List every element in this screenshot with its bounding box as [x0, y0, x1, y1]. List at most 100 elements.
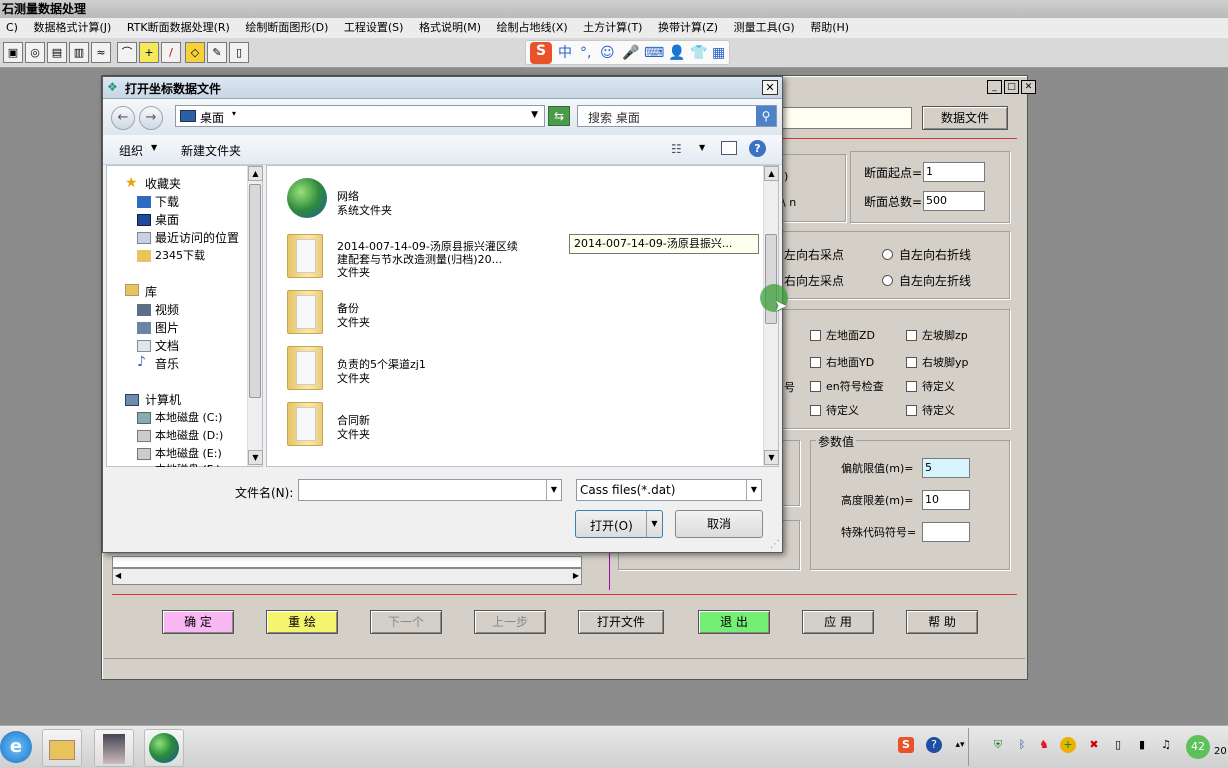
special-code-field[interactable] — [922, 522, 970, 542]
view-icon[interactable]: ☷ — [671, 142, 682, 156]
menu-item[interactable]: C) — [0, 18, 24, 38]
checkbox-tbd[interactable] — [810, 405, 821, 416]
chevron-down-icon[interactable]: ▼ — [151, 143, 157, 152]
close-icon[interactable]: ✕ — [1021, 80, 1036, 94]
clock[interactable]: 20 — [1214, 746, 1227, 757]
search-icon[interactable]: ⚲ — [756, 106, 776, 126]
nav-disk-e[interactable]: 本地磁盘 (E:) — [155, 445, 222, 461]
graph-icon[interactable]: ⌒ — [117, 42, 137, 63]
offset-limit-field[interactable]: 5 — [922, 458, 970, 478]
cancel-button[interactable]: 取消 — [675, 510, 763, 538]
chevron-down-icon[interactable]: ▼ — [746, 480, 761, 500]
shirt-icon[interactable]: 👕 — [690, 44, 707, 62]
network-error-icon[interactable]: ✖ — [1086, 737, 1102, 753]
apply-button[interactable]: 应 用 — [802, 610, 874, 634]
help-button[interactable]: 帮 助 — [906, 610, 978, 634]
menu-item-survey-tools[interactable]: 测量工具(G) — [728, 18, 801, 38]
menu-item-format-help[interactable]: 格式说明(M) — [413, 18, 487, 38]
checkbox-left-ground[interactable] — [810, 330, 821, 341]
exit-button[interactable]: 退 出 — [698, 610, 770, 634]
list-item[interactable]: 备份 文件夹 — [277, 286, 697, 338]
shield-icon[interactable]: ⛨ — [990, 737, 1006, 753]
pencil-icon[interactable]: ✎ — [207, 42, 227, 63]
keyboard-icon[interactable]: ⌨ — [644, 44, 664, 62]
nav-videos[interactable]: 视频 — [155, 301, 179, 318]
nav-recent[interactable]: 最近访问的位置 — [155, 229, 239, 246]
new-folder-button[interactable]: 新建文件夹 — [181, 142, 241, 159]
checkbox-left-slope[interactable] — [906, 330, 917, 341]
help-tray-icon[interactable]: ? — [926, 737, 942, 753]
menu-item-draw-section[interactable]: 绘制断面图形(D) — [239, 18, 334, 38]
menu-item-earthwork[interactable]: 土方计算(T) — [577, 18, 648, 38]
user-avatar-icon[interactable] — [94, 729, 134, 767]
view-dropdown-icon[interactable]: ▼ — [699, 143, 705, 152]
network-icon[interactable]: ▮ — [1134, 737, 1150, 753]
refresh-icon[interactable]: ⇆ — [548, 106, 570, 126]
horizontal-scrollbar[interactable]: ◀ ▶ — [112, 568, 582, 585]
scrollbar-thumb[interactable] — [249, 184, 261, 398]
maximize-icon[interactable]: □ — [1004, 80, 1019, 94]
menu-item-rtk[interactable]: RTK断面数据处理(R) — [121, 18, 236, 38]
sogou-tray-icon[interactable]: S — [898, 737, 914, 753]
checkbox-right-slope[interactable] — [906, 357, 917, 368]
smiley-icon[interactable]: ☺ — [600, 44, 615, 62]
microphone-icon[interactable]: 🎤 — [622, 44, 639, 62]
crosshair-icon[interactable]: + — [139, 42, 159, 63]
menu-item-draw-land[interactable]: 绘制占地线(X) — [491, 18, 574, 38]
scroll-up-icon[interactable]: ▲ — [764, 166, 779, 181]
ok-button[interactable]: 确 定 — [162, 610, 234, 634]
scroll-left-icon[interactable]: ◀ — [115, 571, 121, 580]
help-icon[interactable]: ? — [749, 140, 766, 157]
nav-favorites[interactable]: 收藏夹 — [145, 175, 181, 192]
qq-icon[interactable]: ♞ — [1036, 737, 1052, 753]
menu-item-zone-transform[interactable]: 换带计算(Z) — [652, 18, 724, 38]
breadcrumb-arrow-icon[interactable]: ▾ — [232, 109, 236, 118]
organize-button[interactable]: 组织 — [119, 142, 143, 159]
open-button[interactable]: 打开(O) ▼ — [575, 510, 663, 538]
file-type-select[interactable]: Cass files(*.dat) ▼ — [576, 479, 762, 501]
scroll-down-icon[interactable]: ▼ — [248, 450, 263, 465]
back-icon[interactable]: ← — [111, 106, 135, 130]
next-button[interactable]: 下一个 — [370, 610, 442, 634]
redraw-button[interactable]: 重 绘 — [266, 610, 338, 634]
nav-library[interactable]: 库 — [145, 283, 157, 300]
nav-computer[interactable]: 计算机 — [145, 391, 181, 408]
minimize-icon[interactable]: _ — [987, 80, 1002, 94]
save-icon[interactable]: ▣ — [3, 42, 23, 63]
nav-documents[interactable]: 文档 — [155, 337, 179, 354]
user-icon[interactable]: 👤 — [668, 44, 685, 62]
chevron-down-icon[interactable]: ▼ — [546, 480, 561, 500]
ie-icon[interactable]: e — [0, 731, 32, 763]
prev-button[interactable]: 上一步 — [474, 610, 546, 634]
menu-item-help[interactable]: 帮助(H) — [804, 18, 855, 38]
radio-left-right-fold[interactable] — [882, 249, 893, 260]
grid-icon[interactable]: ▦ — [712, 44, 725, 62]
nav-2345-downloads[interactable]: 2345下载 — [155, 247, 205, 263]
forward-icon[interactable]: → — [139, 106, 163, 130]
menu-item-data-format[interactable]: 数据格式计算(J) — [27, 18, 117, 38]
menu-item-project-settings[interactable]: 工程设置(S) — [338, 18, 410, 38]
nav-disk-d[interactable]: 本地磁盘 (D:) — [155, 427, 223, 443]
list-item[interactable]: 合同新 文件夹 — [277, 398, 697, 450]
radio-left-left-fold[interactable] — [882, 275, 893, 286]
open-file-button[interactable]: 打开文件 — [578, 610, 664, 634]
data-file-path-field[interactable] — [782, 107, 912, 129]
device-icon[interactable]: ▯ — [1110, 737, 1126, 753]
scroll-down-icon[interactable]: ▼ — [764, 450, 779, 465]
filename-input[interactable]: ▼ — [298, 479, 562, 501]
bluetooth-icon[interactable]: ᛒ — [1014, 737, 1030, 753]
bar-chart-icon[interactable]: ▥ — [69, 42, 89, 63]
ime-punct-icon[interactable]: °, — [580, 44, 591, 62]
diamond-icon[interactable]: ◇ — [185, 42, 205, 63]
list-area[interactable] — [112, 556, 582, 568]
security-icon[interactable]: + — [1060, 737, 1076, 753]
checkbox-right-ground[interactable] — [810, 357, 821, 368]
vertical-scrollbar[interactable]: ▲ ▼ — [247, 166, 263, 466]
preview-pane-icon[interactable] — [721, 141, 737, 155]
search-box[interactable]: 搜索 桌面 ⚲ — [577, 105, 777, 127]
nav-downloads[interactable]: 下载 — [155, 193, 179, 210]
globe-icon[interactable] — [144, 729, 184, 767]
scroll-up-icon[interactable]: ▲ — [248, 166, 263, 181]
ime-chinese-icon[interactable]: 中 — [558, 44, 572, 62]
volume-icon[interactable]: ♫ — [1158, 737, 1174, 753]
